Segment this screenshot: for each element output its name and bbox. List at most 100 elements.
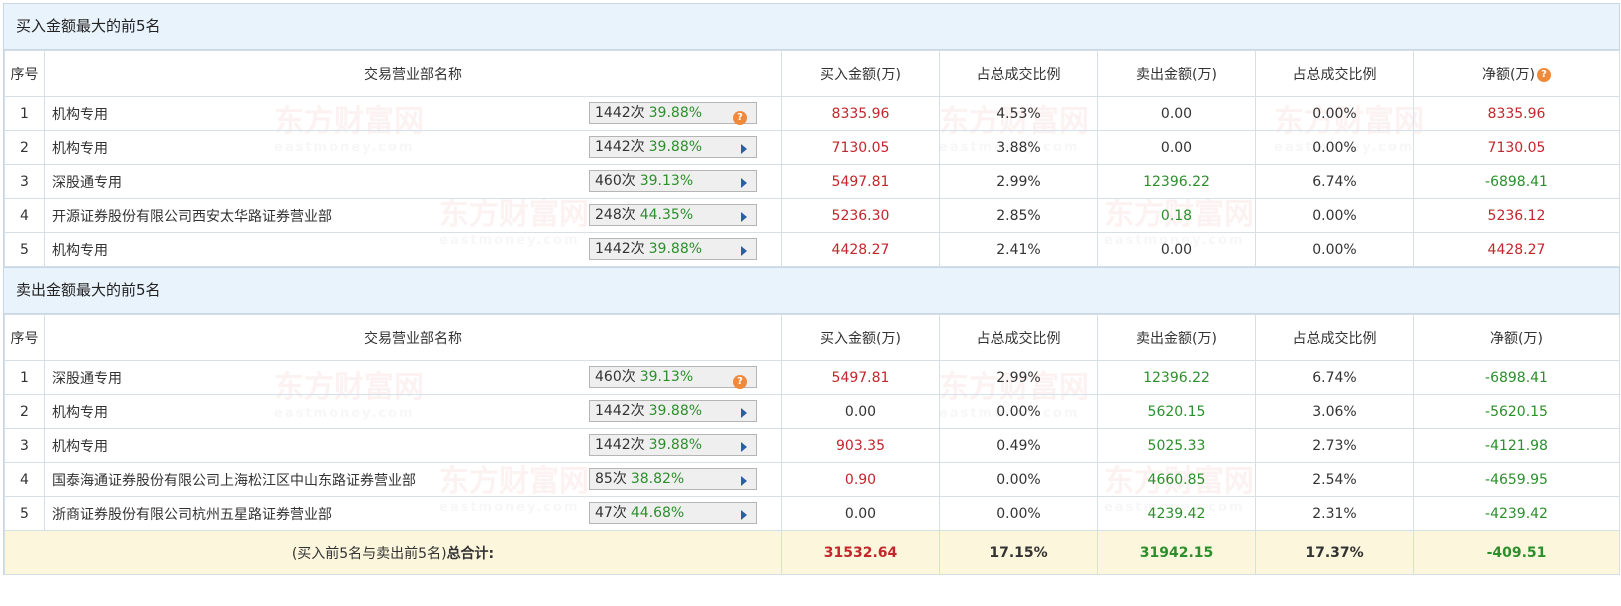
col-header-sell-ratio: 占总成交比例 bbox=[1255, 314, 1414, 361]
arrow-right-icon[interactable] bbox=[741, 178, 747, 188]
branch-name[interactable]: 深股通专用 bbox=[52, 371, 122, 387]
sell-ratio: 0.00% bbox=[1255, 198, 1414, 233]
buy-ratio: 2.99% bbox=[939, 164, 1098, 199]
branch-name[interactable]: 浙商证券股份有限公司杭州五星路证券营业部 bbox=[52, 507, 332, 523]
buy-amount: 7130.05 bbox=[781, 130, 940, 165]
sell-table: 序号 交易营业部名称 买入金额(万) 占总成交比例 卖出金额(万) 占总成交比例… bbox=[4, 314, 1620, 575]
arrow-right-icon[interactable] bbox=[741, 408, 747, 418]
sell-amount: 0.18 bbox=[1097, 198, 1256, 233]
row-no: 3 bbox=[4, 164, 45, 199]
net-amount: -4659.95 bbox=[1413, 462, 1620, 497]
col-header-sell: 卖出金额(万) bbox=[1097, 314, 1256, 361]
branch-stats-badge[interactable]: 85次 38.82% bbox=[589, 468, 757, 490]
branch-cell: 机构专用 1442次 39.88% bbox=[44, 394, 782, 429]
sell-amount: 0.00 bbox=[1097, 96, 1256, 131]
sell-amount: 5620.15 bbox=[1097, 394, 1256, 429]
total-buy-ratio: 17.15% bbox=[939, 530, 1098, 575]
buy-ratio: 0.00% bbox=[939, 496, 1098, 531]
col-header-no: 序号 bbox=[4, 50, 45, 97]
row-no: 3 bbox=[4, 428, 45, 463]
col-header-branch: 交易营业部名称 bbox=[44, 314, 782, 361]
table-row: 5 浙商证券股份有限公司杭州五星路证券营业部 47次 44.68% 0.00 0.00% 4… bbox=[4, 496, 1620, 531]
branch-name[interactable]: 开源证券股份有限公司西安太华路证券营业部 bbox=[52, 209, 332, 225]
arrow-right-icon[interactable] bbox=[741, 510, 747, 520]
branch-stats-badge[interactable]: 1442次 39.88% bbox=[589, 434, 757, 456]
sell-ratio: 3.06% bbox=[1255, 394, 1414, 429]
row-no: 4 bbox=[4, 198, 45, 233]
question-icon[interactable]: ? bbox=[733, 111, 747, 125]
branch-stats-badge[interactable]: 1442次 39.88% bbox=[589, 238, 757, 260]
col-header-buy-ratio: 占总成交比例 bbox=[939, 314, 1098, 361]
table-row: 4 开源证券股份有限公司西安太华路证券营业部 248次 44.35% 5236.30 2.… bbox=[4, 198, 1620, 233]
branch-name[interactable]: 机构专用 bbox=[52, 405, 108, 421]
table-row: 2 机构专用 1442次 39.88% 0.00 0.00% 5620.15 3.06% -56… bbox=[4, 394, 1620, 429]
row-no: 1 bbox=[4, 96, 45, 131]
branch-stats-badge[interactable]: 47次 44.68% bbox=[589, 502, 757, 524]
branch-name[interactable]: 机构专用 bbox=[52, 141, 108, 157]
col-header-net: 净额(万) bbox=[1413, 314, 1620, 361]
branch-times: 1442次 bbox=[595, 105, 645, 121]
row-no: 2 bbox=[4, 394, 45, 429]
buy-section-title: 买入金额最大的前5名 bbox=[4, 4, 1619, 50]
table-row: 4 国泰海通证券股份有限公司上海松江区中山东路证券营业部 85次 38.82% 0.90… bbox=[4, 462, 1620, 497]
branch-pct: 39.88% bbox=[648, 139, 703, 155]
arrow-right-icon[interactable] bbox=[741, 476, 747, 486]
table-row: 2 机构专用 1442次 39.88% 7130.05 3.88% 0.00 0.00% 713… bbox=[4, 130, 1620, 165]
branch-name[interactable]: 机构专用 bbox=[52, 439, 108, 455]
branch-pct: 39.88% bbox=[648, 437, 703, 453]
sell-ratio: 0.00% bbox=[1255, 232, 1414, 267]
lhb-container: 东方财富网 eastmoney.com 东方财富网 eastmoney.com 东方… bbox=[3, 3, 1620, 575]
branch-pct: 39.88% bbox=[648, 105, 703, 121]
arrow-right-icon[interactable] bbox=[741, 246, 747, 256]
net-amount: -6898.41 bbox=[1413, 360, 1620, 395]
buy-ratio: 3.88% bbox=[939, 130, 1098, 165]
branch-cell: 浙商证券股份有限公司杭州五星路证券营业部 47次 44.68% bbox=[44, 496, 782, 531]
sell-ratio: 6.74% bbox=[1255, 164, 1414, 199]
sell-ratio: 2.73% bbox=[1255, 428, 1414, 463]
arrow-right-icon[interactable] bbox=[741, 212, 747, 222]
branch-stats-badge[interactable]: 460次 39.13% bbox=[589, 170, 757, 192]
branch-name[interactable]: 机构专用 bbox=[52, 243, 108, 259]
table-row: 3 机构专用 1442次 39.88% 903.35 0.49% 5025.33 2.73% -… bbox=[4, 428, 1620, 463]
net-amount: 5236.12 bbox=[1413, 198, 1620, 233]
total-sell: 31942.15 bbox=[1097, 530, 1256, 575]
table-row: 3 深股通专用 460次 39.13% 5497.81 2.99% 12396.22 6.74… bbox=[4, 164, 1620, 199]
total-row: (买入前5名与卖出前5名)总合计: 31532.64 17.15% 31942.… bbox=[4, 530, 1620, 575]
branch-stats-badge[interactable]: 1442次 39.88% bbox=[589, 400, 757, 422]
branch-name[interactable]: 深股通专用 bbox=[52, 175, 122, 191]
branch-stats-badge[interactable]: 460次 39.13%? bbox=[589, 366, 757, 389]
col-header-branch: 交易营业部名称 bbox=[44, 50, 782, 97]
branch-pct: 39.13% bbox=[639, 369, 694, 385]
arrow-right-icon[interactable] bbox=[741, 442, 747, 452]
buy-ratio: 0.00% bbox=[939, 462, 1098, 497]
total-sell-ratio: 17.37% bbox=[1255, 530, 1414, 575]
branch-times: 1442次 bbox=[595, 437, 645, 453]
question-icon[interactable]: ? bbox=[733, 375, 747, 389]
buy-amount: 0.00 bbox=[781, 496, 940, 531]
branch-stats-badge[interactable]: 1442次 39.88% bbox=[589, 136, 757, 158]
branch-stats-badge[interactable]: 1442次 39.88%? bbox=[589, 102, 757, 125]
buy-amount: 5497.81 bbox=[781, 360, 940, 395]
col-header-sell-ratio: 占总成交比例 bbox=[1255, 50, 1414, 97]
branch-cell: 开源证券股份有限公司西安太华路证券营业部 248次 44.35% bbox=[44, 198, 782, 233]
branch-cell: 深股通专用 460次 39.13% bbox=[44, 164, 782, 199]
branch-cell: 机构专用 1442次 39.88% bbox=[44, 232, 782, 267]
net-amount: 7130.05 bbox=[1413, 130, 1620, 165]
arrow-right-icon[interactable] bbox=[741, 144, 747, 154]
branch-times: 1442次 bbox=[595, 139, 645, 155]
branch-pct: 44.68% bbox=[630, 505, 685, 521]
branch-name[interactable]: 机构专用 bbox=[52, 107, 108, 123]
sell-ratio: 6.74% bbox=[1255, 360, 1414, 395]
buy-ratio: 0.00% bbox=[939, 394, 1098, 429]
sell-ratio: 0.00% bbox=[1255, 130, 1414, 165]
branch-stats-badge[interactable]: 248次 44.35% bbox=[589, 204, 757, 226]
sell-ratio: 2.54% bbox=[1255, 462, 1414, 497]
branch-cell: 机构专用 1442次 39.88% bbox=[44, 130, 782, 165]
branch-pct: 39.88% bbox=[648, 403, 703, 419]
buy-ratio: 2.85% bbox=[939, 198, 1098, 233]
question-icon[interactable]: ? bbox=[1536, 67, 1551, 82]
total-label: (买入前5名与卖出前5名)总合计: bbox=[4, 530, 782, 575]
buy-amount: 0.90 bbox=[781, 462, 940, 497]
branch-name[interactable]: 国泰海通证券股份有限公司上海松江区中山东路证券营业部 bbox=[52, 473, 416, 489]
sell-amount: 4660.85 bbox=[1097, 462, 1256, 497]
